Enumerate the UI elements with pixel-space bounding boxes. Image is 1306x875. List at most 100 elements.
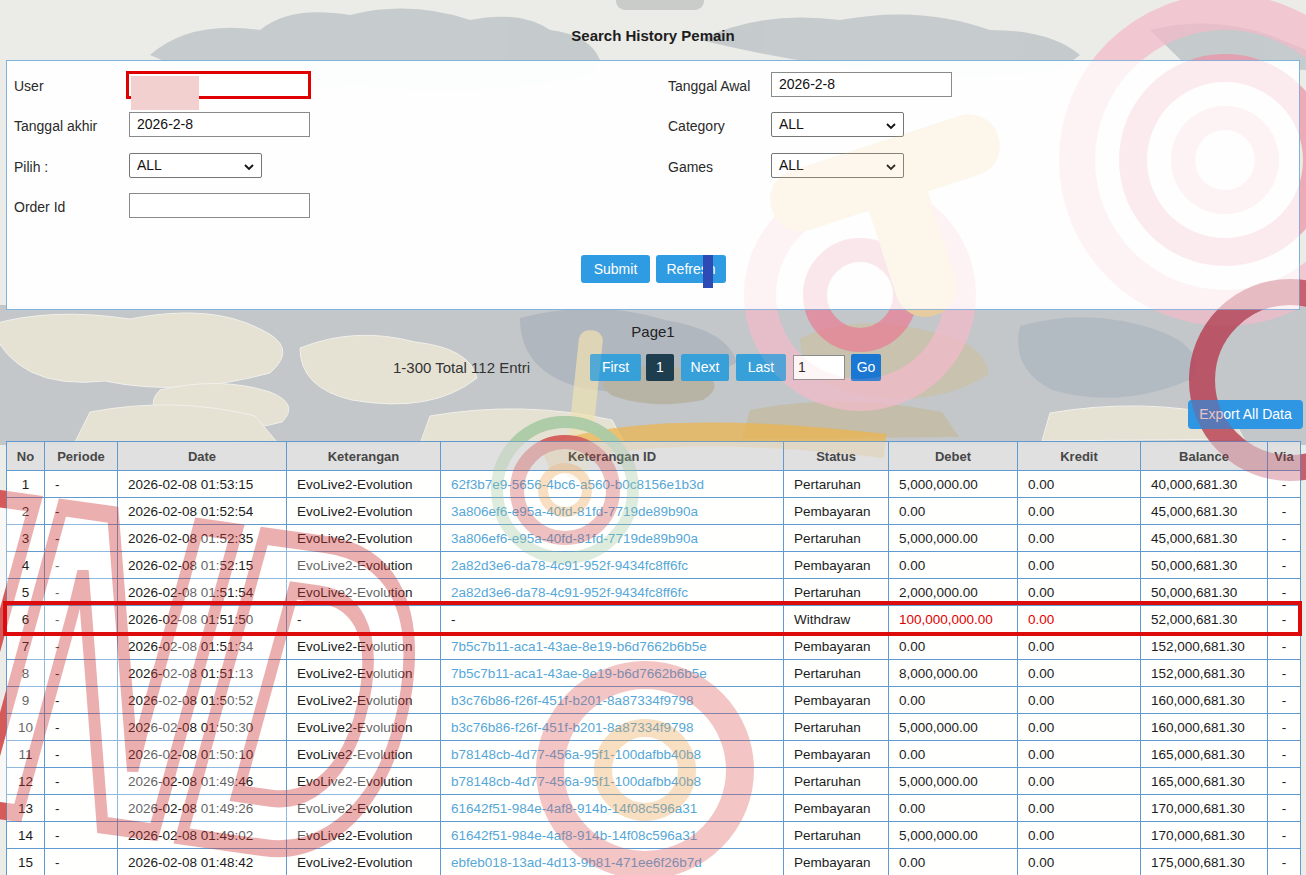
cell-keterangan_id: 7b5c7b11-aca1-43ae-8e19-b6d7662b6b5e: [441, 633, 784, 660]
goto-page-input[interactable]: 1: [793, 355, 845, 380]
cell-via: -: [1268, 795, 1301, 822]
cell-keterangan: EvoLive2-Evolution: [287, 525, 441, 552]
cell-via: -: [1268, 849, 1301, 875]
col-header-periode: Periode: [45, 442, 118, 471]
keterangan-id-link[interactable]: 7b5c7b11-aca1-43ae-8e19-b6d7662b6b5e: [451, 639, 707, 654]
cell-debet: 0.00: [889, 552, 1018, 579]
cell-periode: -: [45, 471, 118, 498]
cell-periode: -: [45, 633, 118, 660]
cell-kredit: 0.00: [1018, 822, 1141, 849]
keterangan-id-link[interactable]: 2a82d3e6-da78-4c91-952f-9434fc8ff6fc: [451, 585, 688, 600]
cell-via: -: [1268, 687, 1301, 714]
cell-no: 14: [7, 822, 45, 849]
cell-status: Pertaruhan: [784, 579, 889, 606]
cell-via: -: [1268, 606, 1301, 633]
table-row: 9-2026-02-08 01:50:52EvoLive2-Evolutionb…: [7, 687, 1301, 714]
cell-via: -: [1268, 822, 1301, 849]
keterangan-id-link[interactable]: b78148cb-4d77-456a-95f1-100dafbb40b8: [451, 774, 701, 789]
cell-date: 2026-02-08 01:53:15: [118, 471, 287, 498]
cell-status: Pertaruhan: [784, 660, 889, 687]
keterangan-id-link[interactable]: b3c76b86-f26f-451f-b201-8a87334f9798: [451, 693, 693, 708]
tanggal-akhir-input[interactable]: 2026-2-8: [129, 112, 310, 137]
cell-kredit: 0.00: [1018, 687, 1141, 714]
table-row: 3-2026-02-08 01:52:35EvoLive2-Evolution 3…: [7, 525, 1301, 552]
current-page-button[interactable]: 1: [646, 354, 674, 381]
cell-kredit: 0.00: [1018, 768, 1141, 795]
user-redaction: [131, 76, 199, 110]
cell-keterangan: EvoLive2-Evolution: [287, 552, 441, 579]
cell-periode: -: [45, 687, 118, 714]
cell-keterangan_id: 2a82d3e6-da78-4c91-952f-9434fc8ff6fc: [441, 579, 784, 606]
table-row: 13-2026-02-08 01:49:26EvoLive2-Evolution…: [7, 795, 1301, 822]
chevron-down-icon: [886, 121, 896, 131]
cell-keterangan: EvoLive2-Evolution: [287, 768, 441, 795]
go-button[interactable]: Go: [851, 354, 881, 381]
table-row: 11-2026-02-08 01:50:10EvoLive2-Evolution…: [7, 741, 1301, 768]
last-page-button[interactable]: Last: [736, 354, 786, 381]
cell-no: 2: [7, 498, 45, 525]
cell-via: -: [1268, 498, 1301, 525]
cell-kredit: 0.00: [1018, 795, 1141, 822]
cell-date: 2026-02-08 01:50:52: [118, 687, 287, 714]
cell-date: 2026-02-08 01:51:50: [118, 606, 287, 633]
cell-date: 2026-02-08 01:50:30: [118, 714, 287, 741]
cell-periode: -: [45, 552, 118, 579]
cell-no: 11: [7, 741, 45, 768]
keterangan-id-link[interactable]: 7b5c7b11-aca1-43ae-8e19-b6d7662b6b5e: [451, 666, 707, 681]
refresh-button[interactable]: Refresh: [656, 255, 726, 283]
col-header-keterangan: Keterangan: [287, 442, 441, 471]
keterangan-id-link[interactable]: 62f3b7e9-5656-4bc6-a560-b0c8156e1b3d: [451, 477, 704, 492]
cell-balance: 170,000,681.30: [1141, 822, 1268, 849]
next-page-button[interactable]: Next: [681, 354, 729, 381]
col-header-no: No: [7, 442, 45, 471]
cell-keterangan_id: b3c76b86-f26f-451f-b201-8a87334f9798: [441, 687, 784, 714]
cell-periode: -: [45, 579, 118, 606]
tanggal-awal-input[interactable]: 2026-2-8: [771, 72, 952, 97]
col-header-date: Date: [118, 442, 287, 471]
cell-keterangan_id: b78148cb-4d77-456a-95f1-100dafbb40b8: [441, 768, 784, 795]
keterangan-id-link[interactable]: b78148cb-4d77-456a-95f1-100dafbb40b8: [451, 747, 701, 762]
cell-keterangan: EvoLive2-Evolution: [287, 822, 441, 849]
first-page-button[interactable]: First: [590, 354, 641, 381]
cell-kredit: 0.00: [1018, 606, 1141, 633]
cell-debet: 0.00: [889, 633, 1018, 660]
cell-kredit: 0.00: [1018, 525, 1141, 552]
cell-balance: 45,000,681.30: [1141, 498, 1268, 525]
cell-no: 9: [7, 687, 45, 714]
cell-date: 2026-02-08 01:48:42: [118, 849, 287, 875]
keterangan-id-link[interactable]: 3a806ef6-e95a-40fd-81fd-7719de89b90a: [451, 531, 698, 546]
cell-periode: -: [45, 741, 118, 768]
table-row: 7-2026-02-08 01:51:34EvoLive2-Evolution7…: [7, 633, 1301, 660]
pilih-select[interactable]: ALL: [129, 153, 262, 178]
cell-status: Withdraw: [784, 606, 889, 633]
cell-status: Pembayaran: [784, 552, 889, 579]
keterangan-id-link[interactable]: b3c76b86-f26f-451f-b201-8a87334f9798: [451, 720, 693, 735]
cell-via: -: [1268, 741, 1301, 768]
cell-balance: 50,000,681.30: [1141, 552, 1268, 579]
cell-no: 3: [7, 525, 45, 552]
cell-kredit: 0.00: [1018, 471, 1141, 498]
keterangan-id-link[interactable]: 61642f51-984e-4af8-914b-14f08c596a31: [451, 828, 697, 843]
col-header-balance: Balance: [1141, 442, 1268, 471]
cell-no: 6: [7, 606, 45, 633]
pagination-range-text: 1-300 Total 112 Entri: [0, 359, 530, 376]
cell-date: 2026-02-08 01:51:54: [118, 579, 287, 606]
keterangan-id-link[interactable]: ebfeb018-13ad-4d13-9b81-471ee6f26b7d: [451, 855, 702, 870]
cell-status: Pembayaran: [784, 687, 889, 714]
cell-periode: -: [45, 525, 118, 552]
export-all-data-button[interactable]: Export All Data: [1188, 400, 1303, 429]
cell-balance: 50,000,681.30: [1141, 579, 1268, 606]
keterangan-id-link[interactable]: 61642f51-984e-4af8-914b-14f08c596a31: [451, 801, 697, 816]
cell-kredit: 0.00: [1018, 633, 1141, 660]
order-id-input[interactable]: [129, 193, 310, 218]
keterangan-id-link[interactable]: 3a806ef6-e95a-40fd-81fd-7719de89b90a: [451, 504, 698, 519]
cell-debet: 5,000,000.00: [889, 714, 1018, 741]
table-row: 12-2026-02-08 01:49:46EvoLive2-Evolution…: [7, 768, 1301, 795]
category-select[interactable]: ALL: [771, 112, 904, 137]
cell-date: 2026-02-08 01:52:35: [118, 525, 287, 552]
cell-keterangan: EvoLive2-Evolution: [287, 849, 441, 875]
cell-date: 2026-02-08 01:49:46: [118, 768, 287, 795]
keterangan-id-link[interactable]: 2a82d3e6-da78-4c91-952f-9434fc8ff6fc: [451, 558, 688, 573]
submit-button[interactable]: Submit: [581, 255, 650, 283]
games-select[interactable]: ALL: [771, 153, 904, 178]
